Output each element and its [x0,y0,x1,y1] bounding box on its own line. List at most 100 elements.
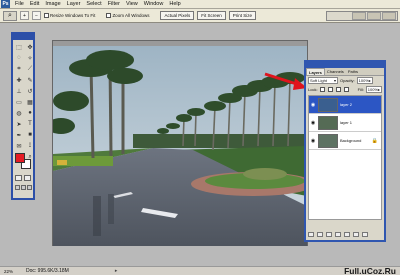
notes-tool-icon[interactable]: ✉ [14,141,24,151]
resize-windows-label: Resize Windows To Fit [50,13,96,18]
chevron-down-icon: ▾ [333,78,336,83]
menu-window[interactable]: Window [141,0,167,8]
standard-mode-icon[interactable] [15,175,22,181]
canvas-photo[interactable] [53,46,307,246]
dodge-tool-icon[interactable]: ● [25,108,35,118]
fill-input[interactable]: 100% ▸ [365,86,382,93]
brush-tool-icon[interactable]: ✎ [25,75,35,85]
new-group-icon[interactable] [335,232,341,237]
photoshop-logo-icon: Ps [1,0,10,8]
palm-road-photo [53,46,307,246]
lock-image-icon[interactable] [327,87,333,92]
shape-tool-icon[interactable]: ■ [25,130,35,140]
path-selection-tool-icon[interactable]: ➤ [14,119,24,129]
lock-transparency-icon[interactable] [319,87,325,92]
blur-tool-icon[interactable]: ◍ [14,108,24,118]
lock-all-icon[interactable] [343,87,349,92]
layer-style-icon[interactable] [317,232,323,237]
lock-label: Lock: [308,87,318,92]
menu-layer[interactable]: Layer [64,0,84,8]
foreground-color-swatch[interactable] [15,153,25,163]
menu-bar: Ps File Edit Image Layer Select Filter V… [0,0,400,9]
layers-palette: Layers Channels Paths Soft Light ▾ Opaci… [304,60,386,242]
pen-tool-icon[interactable]: ✒ [14,130,24,140]
lock-icon: 🔒 [371,137,378,144]
chevron-right-icon: ▸ [378,87,381,92]
add-mask-icon[interactable] [326,232,332,237]
visibility-eye-icon[interactable]: ◉ [310,120,316,126]
opacity-label: Opacity: [340,78,355,83]
layers-palette-tabs: Layers Channels Paths [306,68,384,76]
layers-list: ◉ layer 2 ◉ layer 1 ◉ Background 🔒 [308,95,382,220]
healing-brush-tool-icon[interactable]: ✚ [14,75,24,85]
screen-mode-full-menu-icon[interactable] [21,185,26,190]
quick-mask-mode-icon[interactable] [24,175,31,181]
zoom-tool-preset-icon[interactable]: ⌕ [3,10,17,21]
gradient-tool-icon[interactable]: ▦ [25,97,35,107]
link-layers-icon[interactable] [308,232,314,237]
move-tool-icon[interactable]: ✥ [25,42,35,52]
menu-help[interactable]: Help [166,0,183,8]
history-brush-tool-icon[interactable]: ↺ [25,86,35,96]
menu-select[interactable]: Select [83,0,104,8]
delete-layer-icon[interactable] [362,232,368,237]
checkbox-icon [106,13,112,18]
tab-paths[interactable]: Paths [346,68,360,75]
screen-mode-standard-icon[interactable] [15,185,20,190]
slice-tool-icon[interactable]: ⟋ [25,64,35,74]
print-size-button[interactable]: Print Size [228,11,256,20]
eyedropper-tool-icon[interactable]: ⟟ [25,141,35,151]
fit-screen-button[interactable]: Fit Screen [197,11,226,20]
layer-row-background[interactable]: ◉ Background 🔒 [309,132,381,150]
clone-stamp-tool-icon[interactable]: ⊥ [14,86,24,96]
layer-name: layer 1 [340,120,353,125]
fill-value: 100% [367,87,379,92]
resize-windows-checkbox[interactable]: Resize Windows To Fit [44,13,95,18]
lasso-tool-icon[interactable]: ◌ [14,53,24,63]
document-info: Doc: 995.6K/3.18M [26,268,69,274]
chevron-right-icon: ▸ [368,78,371,83]
palette-well-tab[interactable] [367,12,381,20]
opacity-input[interactable]: 100% ▸ [356,77,373,84]
zoom-level[interactable]: 22% [2,269,22,274]
crop-tool-icon[interactable]: ⌗ [14,64,24,74]
eraser-tool-icon[interactable]: ▭ [14,97,24,107]
magic-wand-tool-icon[interactable]: ✧ [25,53,35,63]
menu-file[interactable]: File [12,0,27,8]
palette-well-tab[interactable] [352,12,366,20]
new-layer-icon[interactable] [353,232,359,237]
adjustment-layer-icon[interactable] [344,232,350,237]
menu-filter[interactable]: Filter [105,0,123,8]
zoom-all-windows-label: Zoom All Windows [112,13,150,18]
palette-well-tab[interactable] [382,12,396,20]
zoom-in-icon[interactable]: + [20,11,29,20]
visibility-eye-icon[interactable]: ◉ [310,138,316,144]
layer-row-layer-1[interactable]: ◉ layer 1 [309,114,381,132]
layer-name: layer 2 [340,102,353,107]
status-bar: 22% Doc: 995.6K/3.18M ▸ Full.uCoz.Ru [0,266,400,275]
zoom-all-windows-checkbox[interactable]: Zoom All Windows [106,13,149,18]
marquee-tool-icon[interactable]: ⬚ [14,42,24,52]
visibility-eye-icon[interactable]: ◉ [310,102,316,108]
toolbox: ⬚ ✥ ◌ ✧ ⌗ ⟋ ✚ ✎ ⊥ ↺ ▭ ▦ ◍ ● ➤ T ✒ ■ ✉ ⟟ … [11,32,35,200]
tab-channels[interactable]: Channels [325,68,346,75]
layer-thumbnail [318,97,338,112]
menu-edit[interactable]: Edit [27,0,42,8]
fill-label: Fill: [357,87,364,92]
status-menu-arrow-icon[interactable]: ▸ [115,268,118,274]
palette-well [326,11,398,21]
layer-row-layer-2[interactable]: ◉ layer 2 [309,96,381,114]
screen-mode-full-icon[interactable] [27,185,32,190]
menu-view[interactable]: View [123,0,141,8]
zoom-out-icon[interactable]: − [32,11,41,20]
options-bar: ⌕ + − Resize Windows To Fit Zoom All Win… [0,9,400,23]
blend-mode-select[interactable]: Soft Light ▾ [308,77,338,84]
lock-position-icon[interactable] [335,87,341,92]
type-tool-icon[interactable]: T [25,119,35,129]
document-window [52,40,308,246]
layer-thumbnail [318,115,338,130]
layer-name: Background [340,138,362,143]
actual-pixels-button[interactable]: Actual Pixels [160,11,195,20]
tab-layers[interactable]: Layers [306,68,325,75]
menu-image[interactable]: Image [42,0,63,8]
